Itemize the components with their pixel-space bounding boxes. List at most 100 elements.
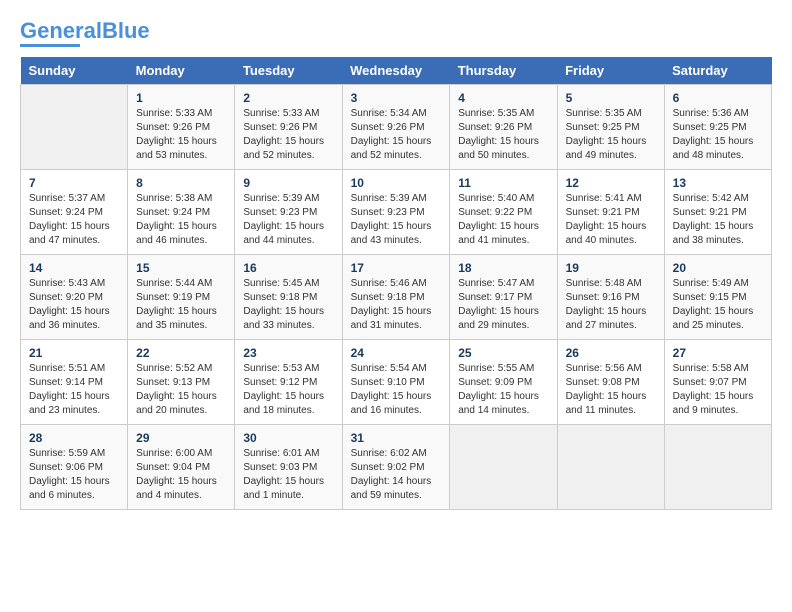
day-info: Sunrise: 5:49 AM Sunset: 9:15 PM Dayligh… xyxy=(673,277,763,333)
day-number: 19 xyxy=(566,261,656,275)
week-row-3: 21 Sunrise: 5:51 AM Sunset: 9:14 PM Dayli… xyxy=(21,340,772,425)
day-info: Sunrise: 5:43 AM Sunset: 9:20 PM Dayligh… xyxy=(29,277,119,333)
day-cell: 17 Sunrise: 5:46 AM Sunset: 9:18 PM Dayli… xyxy=(342,255,450,340)
day-cell: 27 Sunrise: 5:58 AM Sunset: 9:07 PM Dayli… xyxy=(664,340,771,425)
day-number: 16 xyxy=(243,261,333,275)
day-info: Sunrise: 5:40 AM Sunset: 9:22 PM Dayligh… xyxy=(458,192,548,248)
day-number: 8 xyxy=(136,176,226,190)
day-info: Sunrise: 5:36 AM Sunset: 9:25 PM Dayligh… xyxy=(673,107,763,163)
day-number: 20 xyxy=(673,261,763,275)
day-number: 5 xyxy=(566,91,656,105)
day-cell: 19 Sunrise: 5:48 AM Sunset: 9:16 PM Dayli… xyxy=(557,255,664,340)
calendar-table: SundayMondayTuesdayWednesdayThursdayFrid… xyxy=(20,57,772,510)
day-number: 15 xyxy=(136,261,226,275)
day-cell: 29 Sunrise: 6:00 AM Sunset: 9:04 PM Dayli… xyxy=(128,425,235,510)
logo-underline xyxy=(20,44,80,47)
column-header-wednesday: Wednesday xyxy=(342,57,450,85)
day-cell: 20 Sunrise: 5:49 AM Sunset: 9:15 PM Dayli… xyxy=(664,255,771,340)
day-info: Sunrise: 5:42 AM Sunset: 9:21 PM Dayligh… xyxy=(673,192,763,248)
day-cell: 26Sunrise: 5:56 AM Sunset: 9:08 PM Dayli… xyxy=(557,340,664,425)
column-header-sunday: Sunday xyxy=(21,57,128,85)
day-number: 3 xyxy=(351,91,442,105)
week-row-1: 7Sunrise: 5:37 AM Sunset: 9:24 PM Daylig… xyxy=(21,170,772,255)
day-info: Sunrise: 5:58 AM Sunset: 9:07 PM Dayligh… xyxy=(673,362,763,418)
day-cell: 10 Sunrise: 5:39 AM Sunset: 9:23 PM Dayli… xyxy=(342,170,450,255)
day-number: 27 xyxy=(673,346,763,360)
day-info: Sunrise: 5:38 AM Sunset: 9:24 PM Dayligh… xyxy=(136,192,226,248)
day-cell: 18Sunrise: 5:47 AM Sunset: 9:17 PM Dayli… xyxy=(450,255,557,340)
day-info: Sunrise: 5:45 AM Sunset: 9:18 PM Dayligh… xyxy=(243,277,333,333)
day-cell: 3 Sunrise: 5:34 AM Sunset: 9:26 PM Daylig… xyxy=(342,85,450,170)
day-info: Sunrise: 5:41 AM Sunset: 9:21 PM Dayligh… xyxy=(566,192,656,248)
column-header-saturday: Saturday xyxy=(664,57,771,85)
day-cell: 12 Sunrise: 5:41 AM Sunset: 9:21 PM Dayli… xyxy=(557,170,664,255)
day-number: 28 xyxy=(29,431,119,445)
day-cell: 28 Sunrise: 5:59 AM Sunset: 9:06 PM Dayli… xyxy=(21,425,128,510)
day-info: Sunrise: 5:33 AM Sunset: 9:26 PM Dayligh… xyxy=(243,107,333,163)
day-number: 31 xyxy=(351,431,442,445)
day-number: 12 xyxy=(566,176,656,190)
day-info: Sunrise: 5:35 AM Sunset: 9:26 PM Dayligh… xyxy=(458,107,548,163)
day-info: Sunrise: 5:52 AM Sunset: 9:13 PM Dayligh… xyxy=(136,362,226,418)
logo-general: General xyxy=(20,18,102,43)
day-cell: 15 Sunrise: 5:44 AM Sunset: 9:19 PM Dayli… xyxy=(128,255,235,340)
day-cell: 13 Sunrise: 5:42 AM Sunset: 9:21 PM Dayli… xyxy=(664,170,771,255)
day-cell: 5 Sunrise: 5:35 AM Sunset: 9:25 PM Daylig… xyxy=(557,85,664,170)
day-info: Sunrise: 5:53 AM Sunset: 9:12 PM Dayligh… xyxy=(243,362,333,418)
day-number: 7 xyxy=(29,176,119,190)
logo-text: GeneralBlue xyxy=(20,20,150,42)
day-number: 14 xyxy=(29,261,119,275)
column-header-monday: Monday xyxy=(128,57,235,85)
day-number: 11 xyxy=(458,176,548,190)
day-cell: 14 Sunrise: 5:43 AM Sunset: 9:20 PM Dayli… xyxy=(21,255,128,340)
day-number: 26 xyxy=(566,346,656,360)
day-cell: 21 Sunrise: 5:51 AM Sunset: 9:14 PM Dayli… xyxy=(21,340,128,425)
column-header-thursday: Thursday xyxy=(450,57,557,85)
day-info: Sunrise: 5:51 AM Sunset: 9:14 PM Dayligh… xyxy=(29,362,119,418)
day-number: 6 xyxy=(673,91,763,105)
day-info: Sunrise: 5:39 AM Sunset: 9:23 PM Dayligh… xyxy=(243,192,333,248)
day-cell: 22 Sunrise: 5:52 AM Sunset: 9:13 PM Dayli… xyxy=(128,340,235,425)
day-info: Sunrise: 6:00 AM Sunset: 9:04 PM Dayligh… xyxy=(136,447,226,503)
day-cell: 24 Sunrise: 5:54 AM Sunset: 9:10 PM Dayli… xyxy=(342,340,450,425)
day-number: 10 xyxy=(351,176,442,190)
day-cell xyxy=(557,425,664,510)
day-info: Sunrise: 5:35 AM Sunset: 9:25 PM Dayligh… xyxy=(566,107,656,163)
day-info: Sunrise: 6:01 AM Sunset: 9:03 PM Dayligh… xyxy=(243,447,333,503)
day-info: Sunrise: 5:59 AM Sunset: 9:06 PM Dayligh… xyxy=(29,447,119,503)
day-info: Sunrise: 5:34 AM Sunset: 9:26 PM Dayligh… xyxy=(351,107,442,163)
week-row-4: 28 Sunrise: 5:59 AM Sunset: 9:06 PM Dayli… xyxy=(21,425,772,510)
day-info: Sunrise: 5:44 AM Sunset: 9:19 PM Dayligh… xyxy=(136,277,226,333)
day-number: 24 xyxy=(351,346,442,360)
day-number: 21 xyxy=(29,346,119,360)
week-row-0: 1Sunrise: 5:33 AM Sunset: 9:26 PM Daylig… xyxy=(21,85,772,170)
column-header-friday: Friday xyxy=(557,57,664,85)
logo-blue: Blue xyxy=(102,18,150,43)
day-cell xyxy=(664,425,771,510)
day-cell: 2Sunrise: 5:33 AM Sunset: 9:26 PM Daylig… xyxy=(235,85,342,170)
day-cell: 1Sunrise: 5:33 AM Sunset: 9:26 PM Daylig… xyxy=(128,85,235,170)
day-cell: 6 Sunrise: 5:36 AM Sunset: 9:25 PM Daylig… xyxy=(664,85,771,170)
day-info: Sunrise: 5:46 AM Sunset: 9:18 PM Dayligh… xyxy=(351,277,442,333)
header: GeneralBlue xyxy=(20,20,772,47)
column-header-tuesday: Tuesday xyxy=(235,57,342,85)
header-row: SundayMondayTuesdayWednesdayThursdayFrid… xyxy=(21,57,772,85)
day-number: 25 xyxy=(458,346,548,360)
day-info: Sunrise: 5:55 AM Sunset: 9:09 PM Dayligh… xyxy=(458,362,548,418)
day-cell: 7Sunrise: 5:37 AM Sunset: 9:24 PM Daylig… xyxy=(21,170,128,255)
day-info: Sunrise: 5:47 AM Sunset: 9:17 PM Dayligh… xyxy=(458,277,548,333)
day-number: 17 xyxy=(351,261,442,275)
day-cell: 30Sunrise: 6:01 AM Sunset: 9:03 PM Dayli… xyxy=(235,425,342,510)
day-info: Sunrise: 5:48 AM Sunset: 9:16 PM Dayligh… xyxy=(566,277,656,333)
logo: GeneralBlue xyxy=(20,20,150,47)
day-number: 13 xyxy=(673,176,763,190)
day-number: 22 xyxy=(136,346,226,360)
day-info: Sunrise: 5:39 AM Sunset: 9:23 PM Dayligh… xyxy=(351,192,442,248)
day-cell: 31Sunrise: 6:02 AM Sunset: 9:02 PM Dayli… xyxy=(342,425,450,510)
week-row-2: 14 Sunrise: 5:43 AM Sunset: 9:20 PM Dayli… xyxy=(21,255,772,340)
day-number: 29 xyxy=(136,431,226,445)
day-cell: 8 Sunrise: 5:38 AM Sunset: 9:24 PM Daylig… xyxy=(128,170,235,255)
day-number: 4 xyxy=(458,91,548,105)
day-info: Sunrise: 5:54 AM Sunset: 9:10 PM Dayligh… xyxy=(351,362,442,418)
day-cell: 11 Sunrise: 5:40 AM Sunset: 9:22 PM Dayli… xyxy=(450,170,557,255)
